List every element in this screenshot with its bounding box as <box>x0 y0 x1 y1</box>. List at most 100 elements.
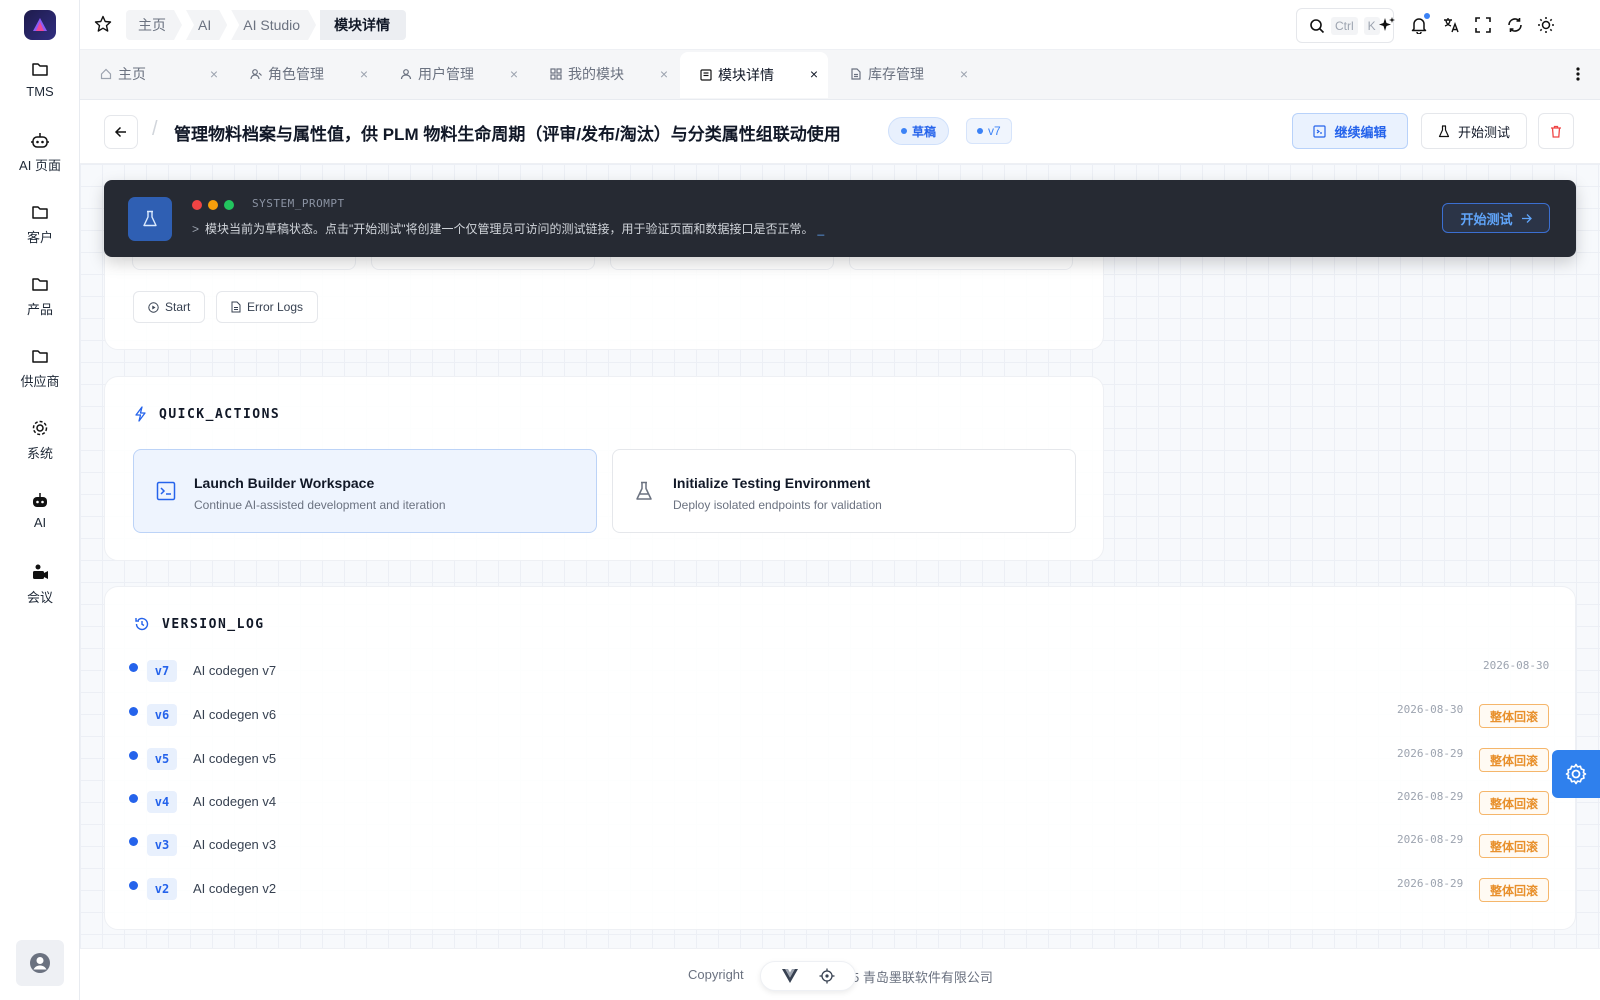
history-icon <box>135 617 149 631</box>
version-name: AI codegen v4 <box>193 794 277 809</box>
theme-sun-icon[interactable] <box>1536 15 1556 35</box>
rollback-button[interactable]: 整体回滚 <box>1479 834 1549 858</box>
tab-my-modules[interactable]: 我的模块 × <box>530 52 678 96</box>
sidebar-item-products[interactable]: 产品 <box>0 275 80 331</box>
version-log-title: VERSION_LOG <box>134 616 265 632</box>
sidebar-item-suppliers[interactable]: 供应商 <box>0 347 80 403</box>
version-name: AI codegen v3 <box>193 837 277 852</box>
version-row-v6: v6 AI codegen v6 2026-08-30 整体回滚 <box>126 700 1550 730</box>
version-tag: v7 <box>147 660 177 682</box>
tab-close-icon[interactable]: × <box>510 66 518 82</box>
sidebar-item-ai-page[interactable]: AI 页面 <box>0 131 80 187</box>
terminal-icon <box>156 481 176 501</box>
launch-builder-action[interactable]: Launch Builder Workspace Continue AI-ass… <box>133 449 597 533</box>
cursor: _ <box>817 222 825 236</box>
version-row-v2: v2 AI codegen v2 2026-08-29 整体回滚 <box>126 874 1550 904</box>
favorite-star-icon[interactable] <box>94 15 112 33</box>
tab-label: 用户管理 <box>418 66 474 82</box>
breadcrumb-home[interactable]: 主页 <box>126 10 182 40</box>
window-controls <box>192 200 234 210</box>
tab-home[interactable]: 主页 × <box>80 52 228 96</box>
version-badge-label: v7 <box>988 124 1001 138</box>
robot-icon <box>33 493 47 507</box>
rollback-button[interactable]: 整体回滚 <box>1479 704 1549 728</box>
avatar[interactable] <box>16 940 64 986</box>
title-separator: / <box>152 118 158 140</box>
sidebar-item-label: AI 页面 <box>19 158 61 173</box>
sidebar-item-customers[interactable]: 客户 <box>0 203 80 259</box>
folder-icon <box>32 206 48 219</box>
sidebar-item-ai[interactable]: AI <box>0 491 80 547</box>
tab-close-icon[interactable]: × <box>210 66 218 82</box>
tab-close-icon[interactable]: × <box>810 66 818 82</box>
version-tag: v2 <box>147 878 177 900</box>
version-row-v5: v5 AI codegen v5 2026-08-29 整体回滚 <box>126 744 1550 774</box>
notification-bell-icon[interactable] <box>1409 13 1430 35</box>
rollback-button[interactable]: 整体回滚 <box>1479 748 1549 772</box>
gear-icon <box>1565 763 1587 785</box>
tab-roles[interactable]: 角色管理 × <box>230 52 378 96</box>
arrow-left-icon <box>114 126 126 138</box>
quick-actions-title-text: QUICK_ACTIONS <box>159 406 281 422</box>
lightning-icon <box>135 406 146 422</box>
target-icon[interactable] <box>819 968 835 984</box>
start-test-button[interactable]: 开始测试 <box>1421 113 1527 149</box>
tab-users[interactable]: 用户管理 × <box>380 52 528 96</box>
tab-label: 我的模块 <box>568 66 624 82</box>
sidebar-item-label: 系统 <box>26 446 53 461</box>
delete-button[interactable] <box>1538 113 1574 149</box>
refresh-icon[interactable] <box>1505 15 1525 35</box>
version-name: AI codegen v5 <box>193 751 277 766</box>
version-date: 2026-08-29 <box>1397 790 1464 803</box>
folder-icon <box>32 63 48 76</box>
settings-float-button[interactable] <box>1552 750 1600 798</box>
flask-icon <box>1438 124 1450 137</box>
breadcrumb-ai-studio[interactable]: AI Studio <box>231 10 316 40</box>
tab-label: 库存管理 <box>868 66 924 82</box>
system-prompt-message: 模块当前为草稿状态。点击"开始测试"将创建一个仅管理员可访问的测试链接，用于验证… <box>205 222 814 236</box>
breadcrumb-ai[interactable]: AI <box>186 10 227 40</box>
timeline-dot <box>129 707 138 716</box>
copyright-text: Copyright <box>688 967 744 982</box>
system-prompt-label: SYSTEM_PROMPT <box>252 197 345 210</box>
more-vertical-icon[interactable] <box>1576 67 1580 81</box>
breadcrumb-current: 模块详情 <box>320 10 407 40</box>
terminal-start-test-button[interactable]: 开始测试 <box>1442 203 1550 233</box>
app-logo[interactable] <box>24 10 56 40</box>
tab-close-icon[interactable]: × <box>660 66 668 82</box>
user-avatar-icon <box>30 953 50 973</box>
start-test-label: 开始测试 <box>1457 124 1510 140</box>
version-name: AI codegen v6 <box>193 707 277 722</box>
company-name: 5 青岛墨联软件有限公司 <box>852 970 993 985</box>
code-editor-icon <box>1313 124 1327 138</box>
continue-edit-button[interactable]: 继续编辑 <box>1292 113 1408 149</box>
sidebar-item-meeting[interactable]: 会议 <box>0 563 80 619</box>
error-logs-button[interactable]: Error Logs <box>216 291 319 323</box>
error-logs-label: Error Logs <box>247 300 304 314</box>
trash-icon <box>1551 125 1561 138</box>
sidebar-item-system[interactable]: 系统 <box>0 419 80 475</box>
prompt-chevron: > <box>192 222 200 236</box>
sidebar-item-tms[interactable]: TMS <box>0 60 80 116</box>
init-testing-action[interactable]: Initialize Testing Environment Deploy is… <box>612 449 1076 533</box>
rollback-button[interactable]: 整体回滚 <box>1479 791 1549 815</box>
tab-close-icon[interactable]: × <box>960 66 968 82</box>
version-name: AI codegen v2 <box>193 881 277 896</box>
version-date: 2026-08-29 <box>1397 747 1464 760</box>
tab-module-detail[interactable]: 模块详情 × <box>680 52 828 98</box>
tab-inventory[interactable]: 库存管理 × <box>830 52 978 96</box>
translate-icon[interactable] <box>1441 15 1461 35</box>
minimize-dot <box>208 200 218 210</box>
fullscreen-icon[interactable] <box>1473 15 1493 35</box>
start-button[interactable]: Start <box>133 291 206 323</box>
maximize-dot <box>224 200 234 210</box>
ai-sparkle-icon[interactable] <box>1377 15 1397 35</box>
rollback-button[interactable]: 整体回滚 <box>1479 878 1549 902</box>
vue-logo-icon[interactable] <box>781 969 798 983</box>
status-dot <box>901 128 907 134</box>
sidebar-item-label: 产品 <box>26 302 53 317</box>
gear-icon <box>32 420 48 436</box>
notification-dot <box>1424 13 1430 19</box>
back-button[interactable] <box>104 115 138 149</box>
tab-close-icon[interactable]: × <box>360 66 368 82</box>
